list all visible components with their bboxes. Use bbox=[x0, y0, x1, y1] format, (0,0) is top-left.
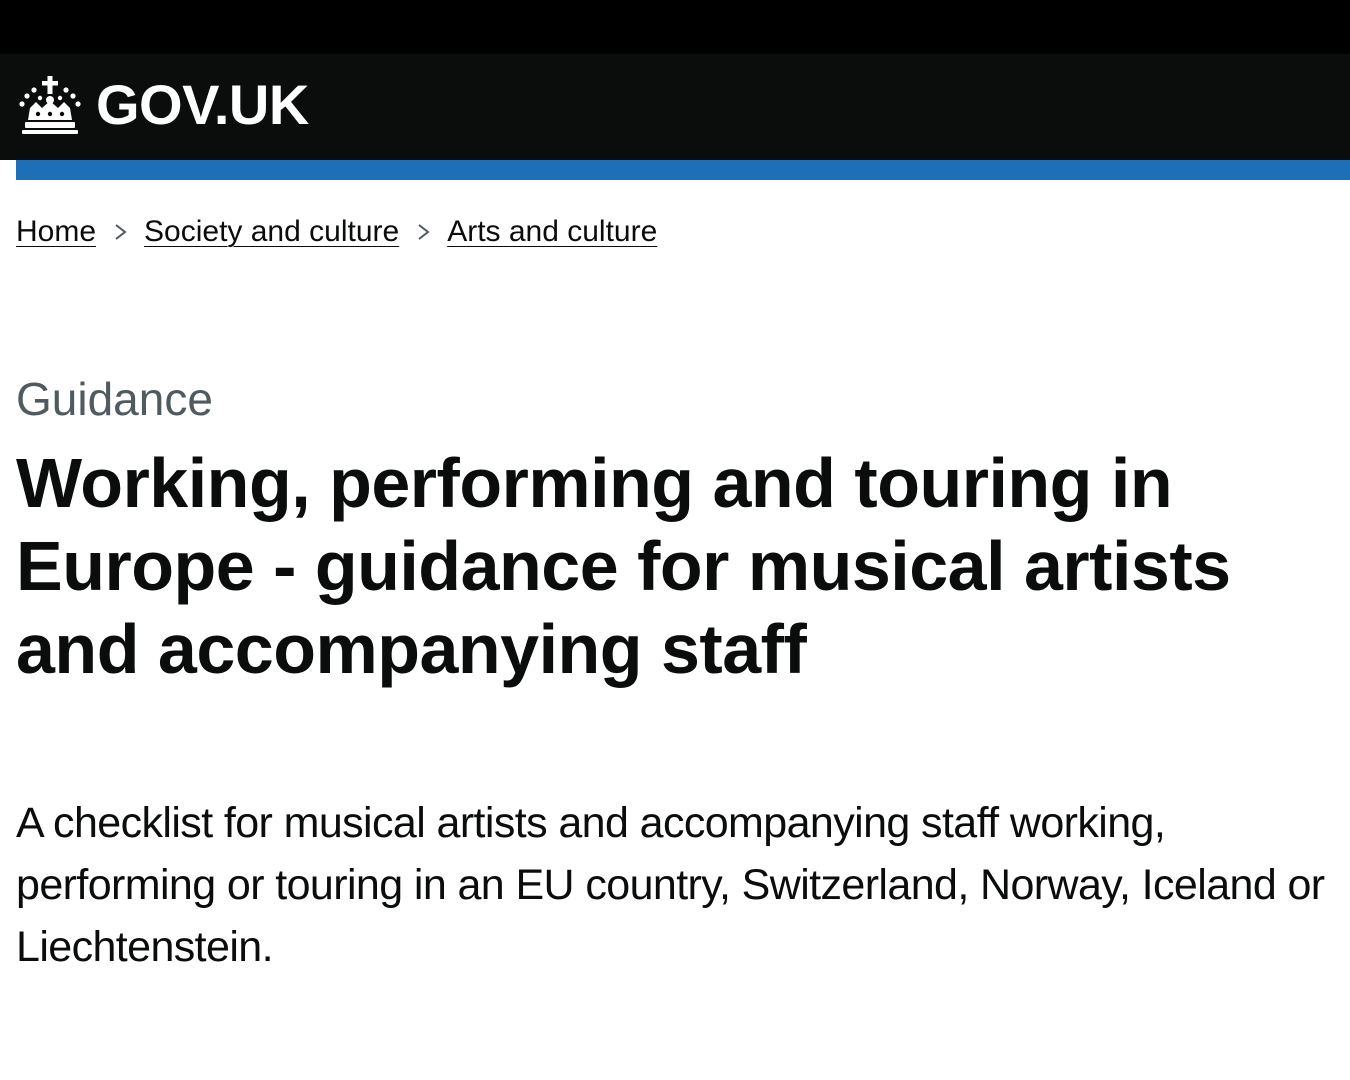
crown-icon bbox=[19, 76, 81, 134]
breadcrumb-home[interactable]: Home bbox=[16, 210, 96, 254]
breadcrumb-society-and-culture[interactable]: Society and culture bbox=[144, 210, 399, 254]
breadcrumb: Home Society and culture Arts and cultur… bbox=[16, 210, 657, 254]
page-caption: Guidance bbox=[16, 373, 213, 425]
breadcrumb-arts-and-culture[interactable]: Arts and culture bbox=[447, 210, 657, 254]
page-title: Working, performing and touring in Europ… bbox=[16, 444, 1231, 688]
page-summary: A checklist for musical artists and acco… bbox=[16, 799, 1325, 971]
top-strip bbox=[0, 0, 1350, 54]
header-accent-bar bbox=[16, 160, 1350, 180]
logo-text: GOV.UK bbox=[96, 73, 309, 136]
chevron-right-icon bbox=[418, 224, 430, 240]
govuk-logo-link[interactable]: GOV.UK bbox=[16, 72, 309, 138]
chevron-right-icon bbox=[115, 224, 127, 240]
site-header: GOV.UK bbox=[0, 54, 1350, 160]
